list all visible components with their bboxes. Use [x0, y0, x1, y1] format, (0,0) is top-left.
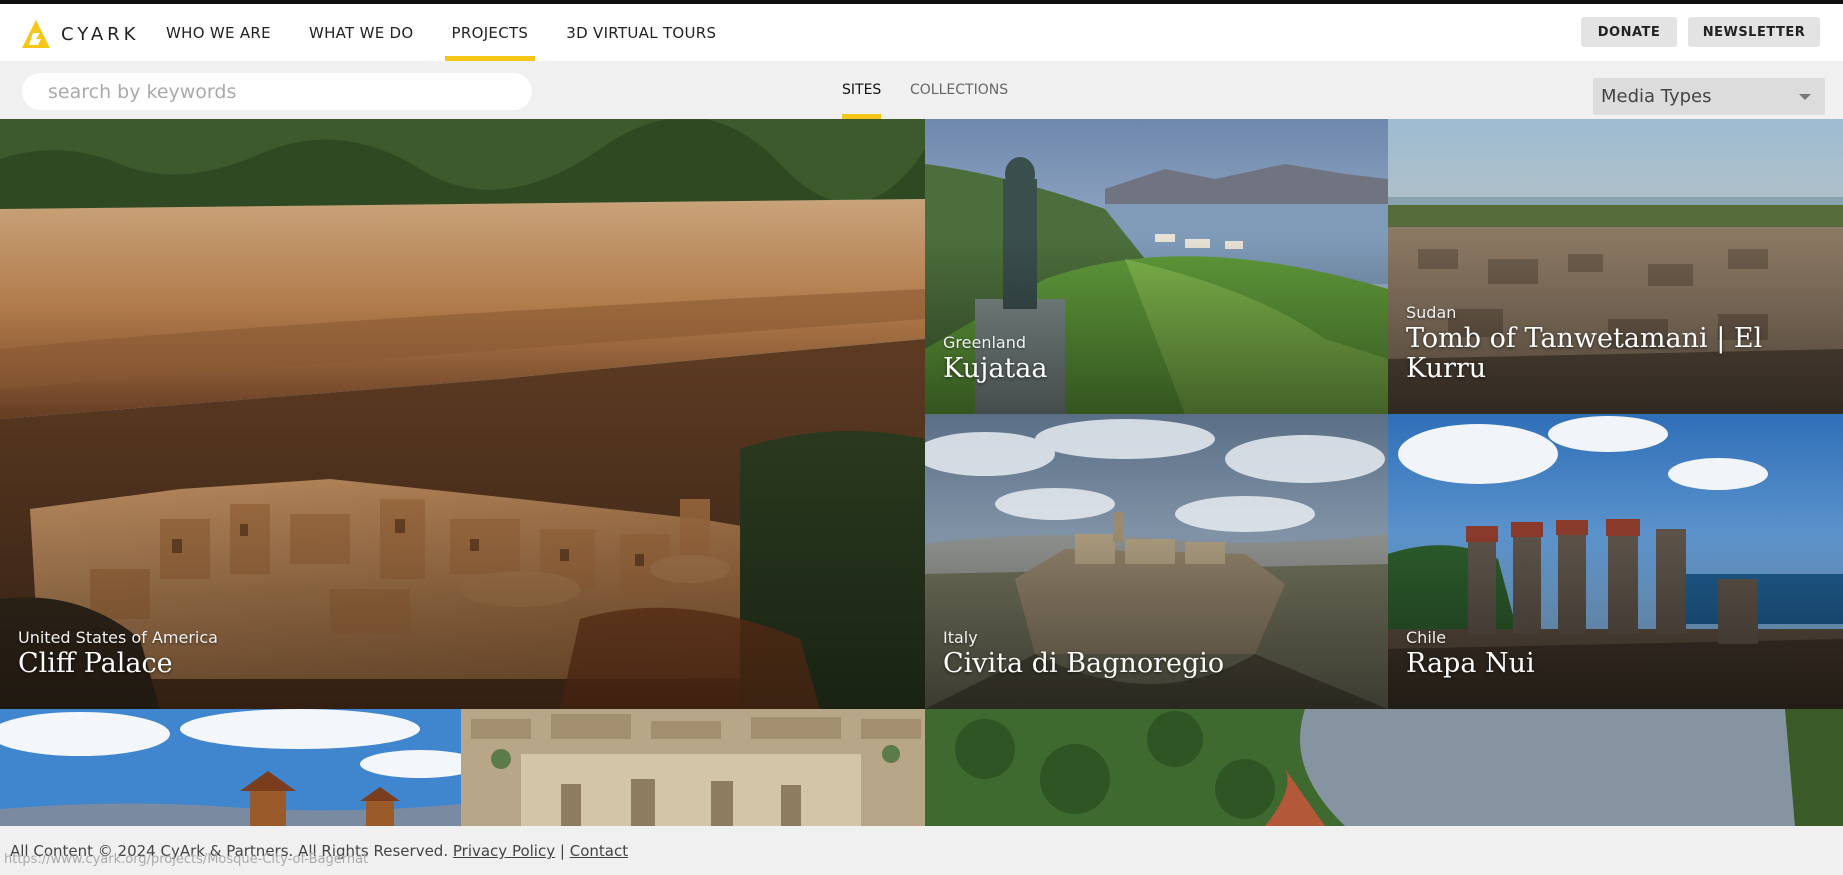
tab-label: SITES	[842, 82, 882, 98]
project-tile-tomb-of-tanwetamani[interactable]: Sudan Tomb of Tanwetamani | El Kurru	[1388, 119, 1843, 414]
site-name: Rapa Nui	[1406, 648, 1535, 679]
nav-who-we-are[interactable]: WHO WE ARE	[156, 4, 281, 61]
privacy-policy-link[interactable]: Privacy Policy	[453, 842, 555, 860]
nav-label: WHO WE ARE	[166, 23, 271, 42]
main-nav: WHO WE ARE WHAT WE DO PROJECTS 3D VIRTUA…	[156, 4, 744, 61]
search-box	[22, 73, 532, 110]
site-name: Civita di Bagnoregio	[943, 648, 1225, 679]
caption-shade	[925, 237, 1388, 414]
site-country: Italy	[943, 628, 978, 647]
tab-collections[interactable]: COLLECTIONS	[910, 61, 1008, 119]
site-footer: All Content © 2024 CyArk & Partners. All…	[0, 826, 1843, 875]
project-tile-forest-lake[interactable]	[925, 709, 1843, 826]
site-country: Greenland	[943, 333, 1026, 352]
newsletter-button[interactable]: NEWSLETTER	[1688, 17, 1820, 47]
chevron-down-icon	[1799, 94, 1811, 100]
tile-caption: Sudan Tomb of Tanwetamani | El Kurru	[1406, 303, 1843, 384]
status-bar-url: https://www.cyark.org/projects/Mosque-Ci…	[4, 852, 369, 867]
project-tile-kujataa[interactable]: Greenland Kujataa	[925, 119, 1388, 414]
site-name: Tomb of Tanwetamani | El Kurru	[1406, 323, 1763, 384]
cyark-logo[interactable]: CYARK	[21, 18, 139, 50]
site-header: CYARK WHO WE ARE WHAT WE DO PROJECTS 3D …	[0, 4, 1843, 61]
project-tile-nepal-temples[interactable]	[0, 709, 461, 826]
filter-bar: SITES COLLECTIONS Media Types	[0, 61, 1843, 119]
site-name: Kujataa	[943, 353, 1048, 384]
media-types-label: Media Types	[1601, 86, 1712, 107]
site-name: Cliff Palace	[18, 648, 173, 679]
project-tile-mud-city[interactable]	[461, 709, 925, 826]
site-country: Chile	[1406, 628, 1447, 647]
media-types-select[interactable]: Media Types	[1593, 78, 1825, 115]
projects-grid: United States of America Cliff Palace Gr	[0, 119, 1843, 826]
tab-label: COLLECTIONS	[910, 82, 1009, 98]
tile-caption: United States of America Cliff Palace	[18, 628, 218, 679]
search-input[interactable]	[46, 79, 520, 104]
tile-caption: Greenland Kujataa	[943, 333, 1047, 384]
project-tile-civita-di-bagnoregio[interactable]: Italy Civita di Bagnoregio	[925, 414, 1388, 709]
nav-what-we-do[interactable]: WHAT WE DO	[299, 4, 424, 61]
tile-caption: Chile Rapa Nui	[1406, 628, 1535, 679]
caption-shade	[925, 532, 1388, 709]
nav-3d-virtual-tours[interactable]: 3D VIRTUAL TOURS	[556, 4, 726, 61]
nav-label: 3D VIRTUAL TOURS	[566, 23, 717, 42]
tab-sites[interactable]: SITES	[842, 61, 882, 119]
brand-name: CYARK	[61, 23, 140, 45]
nav-projects[interactable]: PROJECTS	[442, 4, 539, 61]
project-tile-cliff-palace[interactable]: United States of America Cliff Palace	[0, 119, 925, 709]
footer-separator: |	[559, 842, 565, 860]
caption-shade	[1388, 532, 1843, 709]
cyark-logo-icon	[22, 20, 50, 48]
site-country: United States of America	[18, 628, 218, 647]
tile-caption: Italy Civita di Bagnoregio	[943, 628, 1224, 679]
project-tile-rapa-nui[interactable]: Chile Rapa Nui	[1388, 414, 1843, 709]
nav-label: PROJECTS	[451, 23, 529, 42]
site-photo	[925, 709, 1843, 826]
site-photo	[461, 709, 925, 826]
site-photo	[0, 709, 461, 826]
site-country: Sudan	[1406, 303, 1457, 322]
nav-label: WHAT WE DO	[308, 23, 414, 42]
donate-button[interactable]: DONATE	[1581, 17, 1677, 47]
contact-link[interactable]: Contact	[570, 842, 628, 860]
